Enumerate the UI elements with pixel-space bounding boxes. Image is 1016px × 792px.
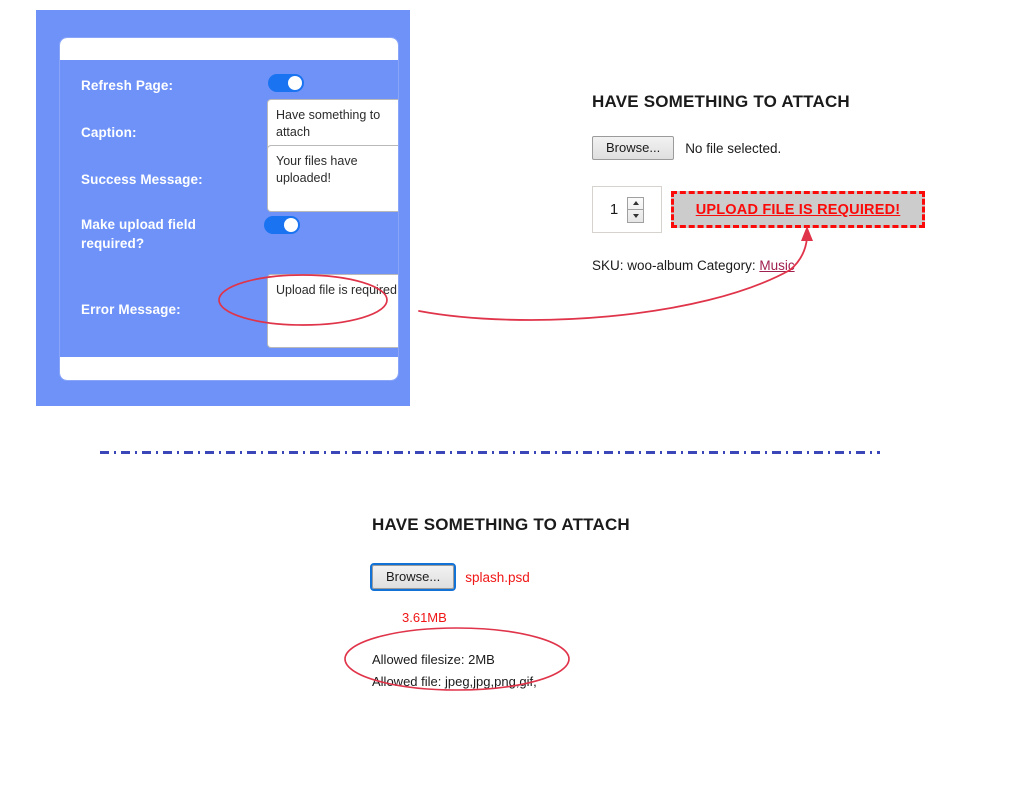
- quantity-value: 1: [609, 201, 619, 218]
- upload-error-message: UPLOAD FILE IS REQUIRED!: [695, 201, 901, 218]
- browse-button[interactable]: Browse...: [592, 136, 675, 160]
- card-header-bar: [60, 38, 398, 60]
- product-title: HAVE SOMETHING TO ATTACH: [592, 92, 850, 111]
- allowed-info-block: Allowed filesize: 2MB Allowed file: jpeg…: [372, 649, 772, 693]
- allowed-filetypes-text: Allowed file: jpeg,jpg,png,gif,: [372, 674, 537, 689]
- product-sku-text: SKU: woo-album Category:: [592, 258, 756, 273]
- upload-error-badge: UPLOAD FILE IS REQUIRED!: [671, 191, 925, 228]
- setting-row-upload-required: Make upload field required?: [60, 203, 398, 263]
- settings-card: Refresh Page: Caption: Success Message: …: [60, 38, 398, 380]
- setting-label-success-message: Success Message:: [81, 172, 203, 187]
- toggle-knob: [288, 76, 302, 90]
- toggle-upload-required[interactable]: [264, 216, 300, 234]
- browse-button[interactable]: Browse...: [369, 563, 457, 591]
- setting-row-error-message: Error Message:: [60, 263, 398, 348]
- upload-file-input-row: Browse... splash.psd: [369, 563, 772, 591]
- selected-file-name: splash.psd: [465, 569, 530, 585]
- setting-row-success-message: Success Message:: [60, 145, 398, 212]
- allowed-filesize-text: Allowed filesize: 2MB: [372, 652, 495, 667]
- setting-label-caption: Caption:: [81, 125, 137, 140]
- chevron-down-icon: [632, 213, 639, 218]
- product-cart-row: 1 UPLOAD FILE IS REQUIRED!: [592, 186, 992, 233]
- product-category-link[interactable]: Music: [759, 258, 794, 273]
- section-divider: [100, 451, 880, 454]
- quantity-stepper[interactable]: [627, 196, 645, 223]
- settings-panel: Refresh Page: Caption: Success Message: …: [36, 10, 410, 406]
- upload-section: HAVE SOMETHING TO ATTACH Browse... splas…: [369, 515, 772, 693]
- toggle-knob: [284, 218, 298, 232]
- product-section: HAVE SOMETHING TO ATTACH Browse... No fi…: [592, 92, 992, 273]
- card-footer-bar: [60, 357, 398, 380]
- settings-form: Refresh Page: Caption: Success Message: …: [60, 60, 398, 357]
- success-message-textarea[interactable]: [267, 145, 398, 212]
- chevron-up-icon: [632, 201, 639, 206]
- setting-label-upload-required: Make upload field required?: [81, 217, 196, 251]
- file-size-label: 3.61MB: [402, 610, 447, 625]
- file-size-row: 3.61MB: [372, 609, 772, 627]
- quantity-increment-button[interactable]: [628, 198, 644, 210]
- setting-label-refresh-page: Refresh Page:: [81, 78, 174, 93]
- setting-label-error-message: Error Message:: [81, 302, 181, 317]
- upload-section-title: HAVE SOMETHING TO ATTACH: [372, 515, 630, 534]
- quantity-decrement-button[interactable]: [628, 210, 643, 222]
- error-message-textarea[interactable]: [267, 274, 398, 348]
- toggle-refresh-page[interactable]: [268, 74, 304, 92]
- quantity-input[interactable]: 1: [592, 186, 662, 233]
- file-status-label: No file selected.: [685, 140, 782, 156]
- product-meta: SKU: woo-album Category: Music: [592, 258, 992, 273]
- product-file-input-row: Browse... No file selected.: [592, 136, 992, 160]
